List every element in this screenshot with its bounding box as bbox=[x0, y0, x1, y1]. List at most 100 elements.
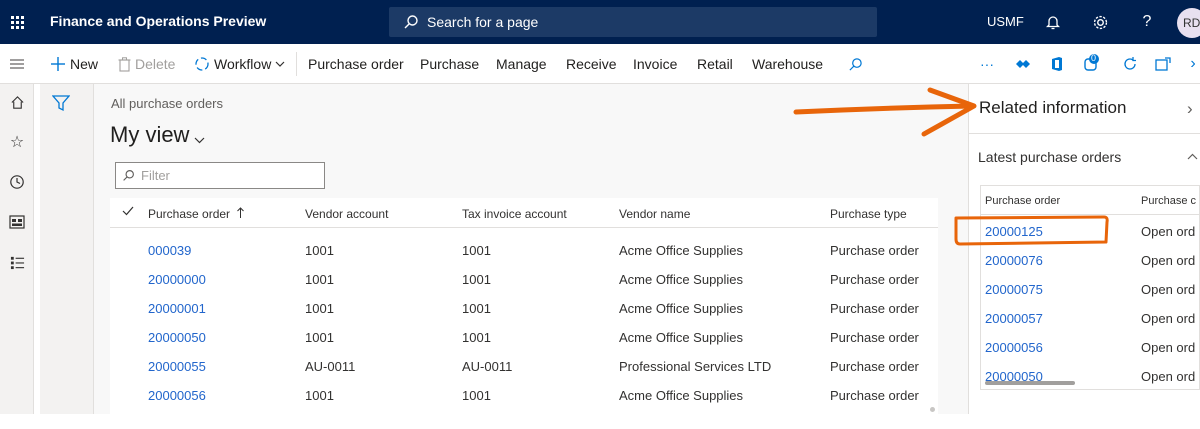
filter-input[interactable] bbox=[141, 168, 311, 183]
vendor-account-cell: 1001 bbox=[305, 272, 334, 287]
list-item[interactable]: 20000057 Open ord bbox=[981, 303, 1199, 332]
vendor-account-cell: AU-0011 bbox=[305, 359, 356, 374]
purchase-order-link[interactable]: 20000050 bbox=[148, 330, 206, 345]
col-vendor-name[interactable]: Vendor name bbox=[619, 207, 690, 221]
table-row[interactable]: 20000056 1001 1001 Acme Office Supplies … bbox=[110, 381, 938, 410]
col-vendor-account[interactable]: Vendor account bbox=[305, 207, 388, 221]
search-icon bbox=[123, 170, 134, 181]
table-row[interactable]: 20000050 1001 1001 Acme Office Supplies … bbox=[110, 323, 938, 352]
help-icon[interactable]: ? bbox=[1137, 12, 1157, 32]
vendor-account-cell: 1001 bbox=[305, 301, 334, 316]
list-item[interactable]: 20000050 Open ord bbox=[981, 361, 1199, 389]
purchase-type-cell: Purchase order bbox=[830, 330, 919, 345]
divider bbox=[296, 52, 297, 76]
gear-icon[interactable] bbox=[1090, 12, 1110, 32]
latest-purchase-orders-title[interactable]: Latest purchase orders bbox=[978, 149, 1121, 165]
col-purchase-status[interactable]: Purchase c bbox=[1141, 195, 1196, 207]
tab-retail[interactable]: Retail bbox=[697, 56, 733, 72]
app-title[interactable]: Finance and Operations Preview bbox=[50, 13, 266, 29]
col-purchase-order[interactable]: Purchase order bbox=[148, 207, 245, 221]
tab-invoice[interactable]: Invoice bbox=[633, 56, 677, 72]
company-picker[interactable]: USMF bbox=[987, 14, 1024, 29]
breadcrumb: All purchase orders bbox=[111, 96, 223, 111]
related-info-title: Related information bbox=[979, 98, 1127, 117]
collapse-pane-chevron-icon[interactable]: › bbox=[1187, 99, 1193, 119]
workspace-icon[interactable] bbox=[7, 212, 27, 232]
waffle-icon[interactable] bbox=[0, 0, 34, 44]
office-icon[interactable] bbox=[1047, 54, 1067, 74]
power-apps-icon[interactable] bbox=[1013, 54, 1033, 74]
refresh-icon[interactable] bbox=[1120, 54, 1140, 74]
message-badge: 0 bbox=[1091, 53, 1097, 63]
star-icon[interactable]: ☆ bbox=[7, 132, 27, 152]
col-purchase-order-label: Purchase order bbox=[148, 207, 231, 221]
table-row[interactable]: 20000001 1001 1001 Acme Office Supplies … bbox=[110, 294, 938, 323]
view-title: My view bbox=[110, 122, 190, 147]
new-button[interactable]: New bbox=[50, 56, 98, 72]
purchase-order-link[interactable]: 20000075 bbox=[985, 282, 1043, 297]
select-all-checkmark-icon[interactable] bbox=[122, 205, 134, 219]
status-cell: Open ord bbox=[1141, 369, 1196, 384]
left-nav: ☆ bbox=[0, 84, 34, 429]
view-selector[interactable]: My view bbox=[110, 120, 205, 150]
tab-purchase[interactable]: Purchase bbox=[420, 56, 479, 72]
divider bbox=[969, 133, 1200, 134]
status-cell: Open ord bbox=[1141, 311, 1196, 326]
purchase-type-cell: Purchase order bbox=[830, 272, 919, 287]
home-icon[interactable] bbox=[7, 92, 27, 112]
list-item[interactable]: 20000075 Open ord bbox=[981, 274, 1199, 303]
tab-warehouse[interactable]: Warehouse bbox=[752, 56, 823, 72]
page-search-box[interactable]: Search for a page bbox=[389, 7, 877, 37]
chevron-right-icon[interactable]: › bbox=[1183, 54, 1200, 74]
tax-invoice-account-cell: 1001 bbox=[462, 272, 491, 287]
tab-receive[interactable]: Receive bbox=[566, 56, 617, 72]
workflow-button[interactable]: Workflow bbox=[194, 56, 285, 72]
tab-manage[interactable]: Manage bbox=[496, 56, 547, 72]
messages-icon[interactable]: 0 bbox=[1083, 53, 1103, 74]
purchase-type-cell: Purchase order bbox=[830, 359, 919, 374]
annotation-arrow bbox=[793, 87, 977, 137]
more-actions-icon[interactable]: ··· bbox=[977, 54, 997, 74]
hamburger-icon[interactable] bbox=[0, 44, 34, 84]
list-item[interactable]: 20000076 Open ord bbox=[981, 245, 1199, 274]
col-tax-invoice-account[interactable]: Tax invoice account bbox=[462, 207, 567, 221]
table-row[interactable]: 000039 1001 1001 Acme Office Supplies Pu… bbox=[110, 236, 938, 265]
list-icon[interactable] bbox=[7, 252, 27, 272]
vendor-name-cell: Acme Office Supplies bbox=[619, 243, 744, 258]
filter-box[interactable] bbox=[115, 162, 325, 189]
purchase-order-link[interactable]: 20000057 bbox=[985, 311, 1043, 326]
vendor-name-cell: Acme Office Supplies bbox=[619, 388, 744, 403]
related-grid-scrollbar[interactable] bbox=[985, 381, 1075, 385]
tax-invoice-account-cell: 1001 bbox=[462, 301, 491, 316]
purchase-order-link[interactable]: 20000000 bbox=[148, 272, 206, 287]
sort-ascending-icon bbox=[237, 207, 245, 221]
tax-invoice-account-cell: 1001 bbox=[462, 388, 491, 403]
col-purchase-order[interactable]: Purchase order bbox=[985, 195, 1060, 207]
purchase-order-link[interactable]: 20000056 bbox=[148, 388, 206, 403]
annotation-highlight-box bbox=[954, 215, 1109, 246]
col-purchase-type[interactable]: Purchase type bbox=[830, 207, 907, 221]
clock-icon[interactable] bbox=[7, 172, 27, 192]
tab-purchase-order[interactable]: Purchase order bbox=[308, 56, 404, 72]
purchase-order-link[interactable]: 20000056 bbox=[985, 340, 1043, 355]
status-cell: Open ord bbox=[1141, 224, 1196, 239]
open-new-window-icon[interactable] bbox=[1153, 54, 1173, 74]
status-cell: Open ord bbox=[1141, 253, 1196, 268]
list-item[interactable]: 20000056 Open ord bbox=[981, 332, 1199, 361]
purchase-order-link[interactable]: 20000076 bbox=[985, 253, 1043, 268]
bell-icon[interactable] bbox=[1043, 12, 1063, 32]
filter-funnel-icon[interactable] bbox=[51, 94, 71, 112]
table-row[interactable]: 20000000 1001 1001 Acme Office Supplies … bbox=[110, 265, 938, 294]
delete-label: Delete bbox=[135, 56, 176, 72]
action-search-icon[interactable] bbox=[845, 54, 865, 74]
status-cell: Open ord bbox=[1141, 340, 1196, 355]
grid-scrollbar[interactable] bbox=[930, 407, 935, 412]
delete-button[interactable]: Delete bbox=[118, 56, 175, 72]
table-row[interactable]: 20000055 AU-0011 AU-0011 Professional Se… bbox=[110, 352, 938, 381]
avatar[interactable]: RD bbox=[1177, 8, 1200, 38]
purchase-order-link[interactable]: 20000001 bbox=[148, 301, 206, 316]
purchase-order-link[interactable]: 000039 bbox=[148, 243, 191, 258]
purchase-order-link[interactable]: 20000055 bbox=[148, 359, 206, 374]
grid-header: Purchase order Vendor account Tax invoic… bbox=[110, 198, 938, 228]
chevron-up-icon[interactable] bbox=[1187, 148, 1198, 163]
